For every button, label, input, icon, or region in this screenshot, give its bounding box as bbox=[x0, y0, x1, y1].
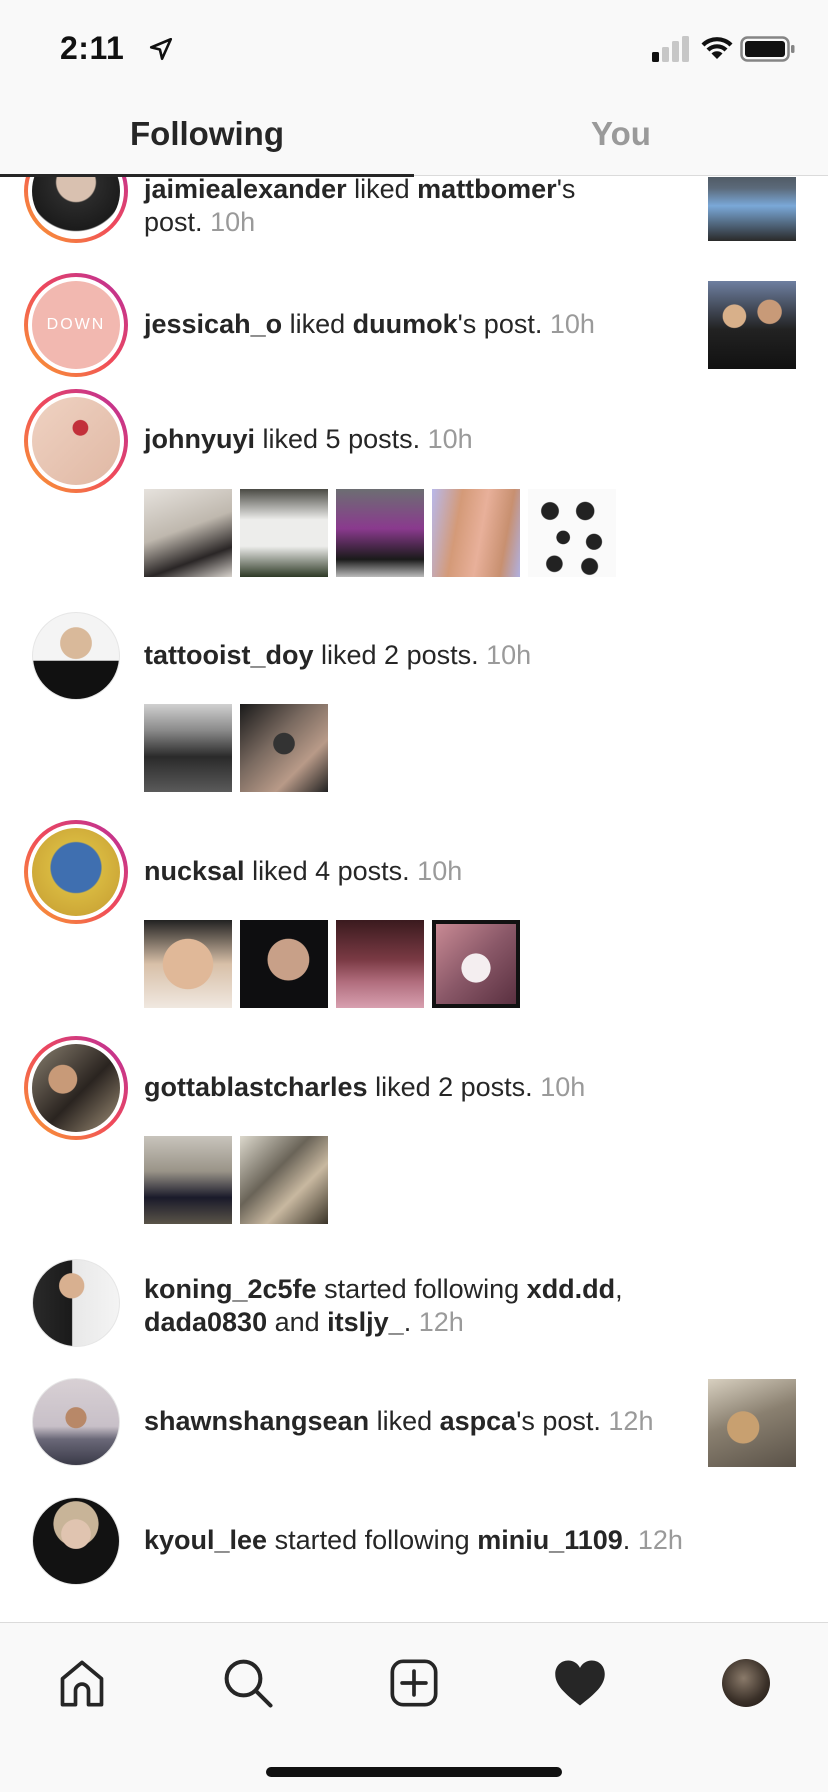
target-username[interactable]: aspca bbox=[440, 1406, 517, 1436]
timestamp: 10h bbox=[417, 856, 463, 886]
timestamp: 12h bbox=[637, 1525, 683, 1555]
bottom-nav bbox=[0, 1622, 828, 1792]
timestamp: 10h bbox=[540, 1072, 586, 1102]
profile-button[interactable] bbox=[716, 1653, 776, 1713]
post-thumbnails bbox=[144, 1136, 328, 1224]
status-bar: 2:11 bbox=[0, 0, 828, 92]
username[interactable]: johnyuyi bbox=[144, 424, 255, 454]
username[interactable]: nucksal bbox=[144, 856, 245, 886]
user-avatar[interactable] bbox=[24, 389, 128, 493]
activity-feed[interactable]: jaimiealexander liked mattbomer's post. … bbox=[0, 177, 828, 1622]
heart-icon bbox=[555, 1660, 605, 1706]
post-thumbnails bbox=[144, 704, 328, 792]
post-thumbnail[interactable] bbox=[144, 704, 232, 792]
timestamp: 12h bbox=[418, 1307, 464, 1337]
activity-text: gottablastcharles liked 2 posts. 10h bbox=[144, 1072, 586, 1102]
target-username[interactable]: mattbomer bbox=[417, 177, 557, 204]
new-post-button[interactable] bbox=[384, 1653, 444, 1713]
home-indicator bbox=[266, 1767, 562, 1777]
username[interactable]: jessicah_o bbox=[144, 309, 282, 339]
post-thumbnail[interactable] bbox=[144, 489, 232, 577]
user-avatar[interactable]: DOWN bbox=[24, 273, 128, 377]
post-thumbnail[interactable] bbox=[240, 704, 328, 792]
post-thumbnail[interactable] bbox=[708, 177, 796, 241]
target-username[interactable]: itsljy_ bbox=[327, 1307, 404, 1337]
activity-text: jaimiealexander liked mattbomer's post. … bbox=[144, 177, 614, 239]
timestamp: 10h bbox=[486, 640, 532, 670]
post-thumbnails bbox=[144, 489, 616, 577]
target-username[interactable]: miniu_1109 bbox=[477, 1525, 623, 1555]
profile-avatar bbox=[722, 1659, 770, 1707]
user-avatar[interactable] bbox=[24, 604, 128, 708]
user-avatar[interactable] bbox=[24, 1370, 128, 1474]
activity-text: shawnshangsean liked aspca's post. 12h bbox=[144, 1406, 654, 1436]
timestamp: 10h bbox=[427, 424, 473, 454]
post-thumbnail[interactable] bbox=[432, 920, 520, 1008]
timestamp: 10h bbox=[210, 207, 256, 237]
home-icon bbox=[60, 1660, 104, 1707]
activity-tabs: Following You bbox=[0, 92, 828, 177]
user-avatar[interactable] bbox=[24, 1251, 128, 1355]
post-thumbnail[interactable] bbox=[528, 489, 616, 577]
activity-text: kyoul_lee started following miniu_1109. … bbox=[144, 1525, 683, 1555]
post-thumbnail[interactable] bbox=[240, 489, 328, 577]
post-thumbnail[interactable] bbox=[336, 489, 424, 577]
user-avatar[interactable] bbox=[24, 1489, 128, 1593]
search-icon bbox=[224, 1659, 273, 1708]
user-avatar[interactable] bbox=[24, 177, 128, 243]
tab-you[interactable]: You bbox=[414, 92, 828, 176]
post-thumbnail[interactable] bbox=[708, 1379, 796, 1467]
timestamp: 10h bbox=[549, 309, 595, 339]
user-avatar[interactable] bbox=[24, 820, 128, 924]
target-username[interactable]: dada0830 bbox=[144, 1307, 267, 1337]
post-thumbnail[interactable] bbox=[336, 920, 424, 1008]
username[interactable]: jaimiealexander bbox=[144, 177, 347, 204]
cellular-signal-icon bbox=[652, 36, 689, 62]
tab-following[interactable]: Following bbox=[0, 92, 414, 177]
location-arrow-icon bbox=[149, 37, 173, 61]
username[interactable]: tattooist_doy bbox=[144, 640, 314, 670]
username[interactable]: shawnshangsean bbox=[144, 1406, 369, 1436]
target-username[interactable]: duumok bbox=[353, 309, 458, 339]
activity-button[interactable] bbox=[550, 1653, 610, 1713]
battery-icon bbox=[740, 36, 795, 62]
activity-text: nucksal liked 4 posts. 10h bbox=[144, 856, 463, 886]
username[interactable]: gottablastcharles bbox=[144, 1072, 368, 1102]
search-button[interactable] bbox=[218, 1653, 278, 1713]
timestamp: 12h bbox=[608, 1406, 654, 1436]
post-thumbnail[interactable] bbox=[432, 489, 520, 577]
new-post-icon bbox=[390, 1659, 438, 1707]
wifi-icon bbox=[701, 37, 733, 59]
activity-text: johnyuyi liked 5 posts. 10h bbox=[144, 424, 473, 454]
post-thumbnail[interactable] bbox=[144, 920, 232, 1008]
post-thumbnail[interactable] bbox=[708, 281, 796, 369]
post-thumbnails bbox=[144, 920, 520, 1008]
target-username[interactable]: xdd.dd bbox=[527, 1274, 616, 1304]
home-button[interactable] bbox=[52, 1653, 112, 1713]
username[interactable]: kyoul_lee bbox=[144, 1525, 267, 1555]
status-time: 2:11 bbox=[60, 30, 125, 66]
activity-text: tattooist_doy liked 2 posts. 10h bbox=[144, 640, 532, 670]
post-thumbnail[interactable] bbox=[240, 920, 328, 1008]
post-thumbnail[interactable] bbox=[240, 1136, 328, 1224]
user-avatar[interactable] bbox=[24, 1036, 128, 1140]
activity-text: koning_2c5fe started following xdd.dd, d… bbox=[144, 1274, 623, 1337]
activity-text: jessicah_o liked duumok's post. 10h bbox=[144, 309, 595, 339]
username[interactable]: koning_2c5fe bbox=[144, 1274, 317, 1304]
post-thumbnail[interactable] bbox=[144, 1136, 232, 1224]
